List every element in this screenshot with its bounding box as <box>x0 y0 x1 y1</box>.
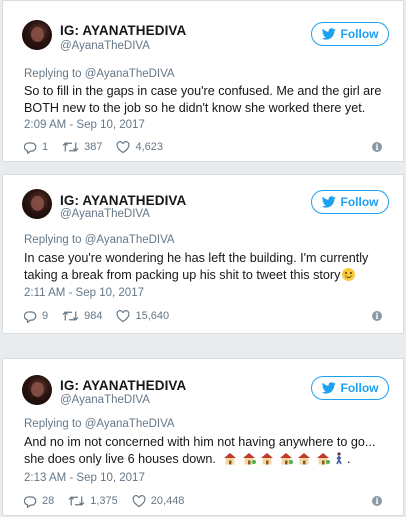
info-icon[interactable]: i <box>372 311 382 321</box>
tweet-text-line: she does only live 6 houses down. . <box>24 451 396 468</box>
house-emoji <box>242 453 256 465</box>
tweet-text-end: . <box>346 452 351 466</box>
like-button[interactable]: 15,640 <box>116 309 170 323</box>
tweet-actions: 1 387 4,623 <box>24 139 177 155</box>
emoji-row <box>223 452 347 466</box>
tweet-timestamp[interactable]: 2:09 AM - Sep 10, 2017 <box>24 119 145 131</box>
reply-context[interactable]: Replying to @AyanaTheDIVA <box>24 418 175 430</box>
user-handle[interactable]: @AyanaTheDIVA <box>60 40 150 52</box>
tweet-actions: 28 1,375 20,448 <box>24 493 198 509</box>
reply-icon <box>24 141 37 154</box>
reply-button[interactable]: 1 <box>24 141 48 154</box>
retweet-count: 1,375 <box>90 495 118 507</box>
house-emoji <box>298 453 311 465</box>
reply-button[interactable]: 28 <box>24 495 54 508</box>
tweet-feed: IG: AYANATHEDIVA @AyanaTheDIVA Follow Re… <box>0 0 406 517</box>
house-emoji <box>261 453 274 465</box>
retweet-count: 387 <box>84 141 103 153</box>
follow-label: Follow <box>340 27 379 41</box>
retweet-icon <box>68 496 85 506</box>
info-icon[interactable]: i <box>372 142 382 152</box>
reply-context[interactable]: Replying to @AyanaTheDIVA <box>24 68 175 80</box>
reply-button[interactable]: 9 <box>24 310 48 323</box>
heart-icon <box>117 140 130 153</box>
tweet-card[interactable]: IG: AYANATHEDIVA @AyanaTheDIVA Follow Re… <box>2 358 404 516</box>
tweet-text: In case you're wondering he has left the… <box>24 250 396 284</box>
tweet-text: And no im not concerned with him not hav… <box>24 434 396 468</box>
retweet-icon <box>62 311 79 321</box>
twitter-bird-icon <box>321 382 336 394</box>
avatar[interactable] <box>22 375 52 405</box>
like-count: 20,448 <box>150 495 185 507</box>
like-button[interactable]: 4,623 <box>116 140 164 154</box>
follow-label: Follow <box>340 381 379 395</box>
twitter-bird-icon <box>321 196 336 208</box>
tweet-timestamp[interactable]: 2:11 AM - Sep 10, 2017 <box>24 287 144 299</box>
heart-icon <box>132 494 146 507</box>
follow-button[interactable]: Follow <box>311 22 389 46</box>
avatar[interactable] <box>22 189 52 219</box>
avatar[interactable] <box>22 20 52 50</box>
tweet-text-line: And no im not concerned with him not hav… <box>24 435 376 449</box>
heart-icon <box>117 309 130 322</box>
tweet-card[interactable]: IG: AYANATHEDIVA @AyanaTheDIVA Follow Re… <box>2 0 404 162</box>
retweet-icon <box>62 142 79 152</box>
reply-count: 28 <box>42 495 55 507</box>
follow-button[interactable]: Follow <box>311 190 389 214</box>
info-icon[interactable]: i <box>372 496 382 506</box>
reply-context[interactable]: Replying to @AyanaTheDIVA <box>24 234 175 246</box>
follow-button[interactable]: Follow <box>311 376 389 400</box>
smiley-emoji <box>342 268 356 281</box>
tweet-text: So to fill in the gaps in case you're co… <box>24 84 382 115</box>
tweet-card[interactable]: IG: AYANATHEDIVA @AyanaTheDIVA Follow Re… <box>2 174 404 334</box>
display-name[interactable]: IG: AYANATHEDIVA <box>60 193 186 208</box>
retweet-count: 984 <box>84 310 103 322</box>
twitter-bird-icon <box>321 28 336 40</box>
reply-icon <box>24 495 37 508</box>
tweet-text-content: she does only live 6 houses down. <box>24 452 216 466</box>
retweet-button[interactable]: 1,375 <box>68 495 118 507</box>
user-handle[interactable]: @AyanaTheDIVA <box>60 208 150 220</box>
user-handle[interactable]: @AyanaTheDIVA <box>60 394 150 406</box>
like-count: 15,640 <box>135 310 170 322</box>
follow-label: Follow <box>340 195 379 209</box>
walking-person-emoji <box>336 452 343 465</box>
house-emoji <box>279 453 293 465</box>
reply-count: 1 <box>42 141 49 153</box>
retweet-button[interactable]: 984 <box>62 310 102 322</box>
house-emoji <box>224 453 237 465</box>
reply-icon <box>24 310 37 323</box>
tweet-timestamp[interactable]: 2:13 AM - Sep 10, 2017 <box>24 472 145 484</box>
display-name[interactable]: IG: AYANATHEDIVA <box>60 378 186 393</box>
reply-count: 9 <box>42 310 49 322</box>
house-emoji <box>316 453 330 465</box>
like-count: 4,623 <box>135 141 164 153</box>
retweet-button[interactable]: 387 <box>62 141 102 153</box>
like-button[interactable]: 20,448 <box>132 494 185 508</box>
display-name[interactable]: IG: AYANATHEDIVA <box>60 23 186 38</box>
tweet-text-content: In case you're wondering he has left the… <box>24 251 369 282</box>
tweet-actions: 9 984 15,640 <box>24 308 183 324</box>
